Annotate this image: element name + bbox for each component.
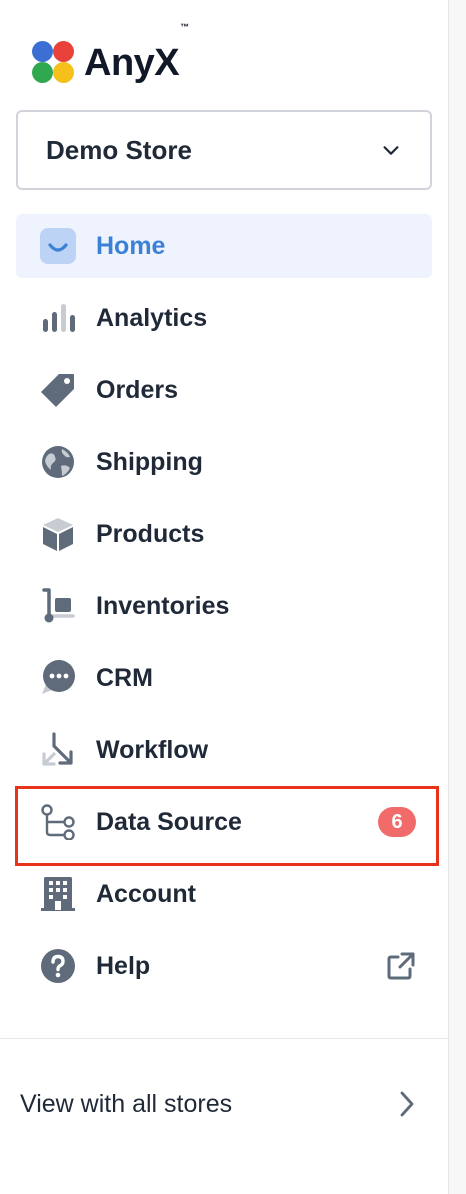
- view-all-stores-link[interactable]: View with all stores: [0, 1068, 449, 1140]
- nav-item-analytics[interactable]: Analytics: [16, 286, 432, 350]
- logo-dot-green: [32, 62, 53, 83]
- nav-item-home[interactable]: Home: [16, 214, 432, 278]
- logo-dot-red: [53, 41, 74, 62]
- nav-item-account[interactable]: Account: [16, 862, 432, 926]
- nav-item-products[interactable]: Products: [16, 502, 432, 566]
- nav-label-account: Account: [96, 879, 196, 908]
- nav-item-data-source[interactable]: Data Source 6: [16, 790, 432, 854]
- home-smile-icon: [38, 226, 78, 266]
- globe-icon: [38, 442, 78, 482]
- nav-label-shipping: Shipping: [96, 447, 203, 476]
- logo-dot-yellow: [53, 62, 74, 83]
- sidebar: AnyX™ Demo Store Home Analytics Orders S…: [0, 0, 449, 1194]
- workflow-arrow-icon: [38, 730, 78, 770]
- nav-label-orders: Orders: [96, 375, 178, 404]
- nav-item-crm[interactable]: CRM: [16, 646, 432, 710]
- nav-label-products: Products: [96, 519, 205, 548]
- view-all-stores-label: View with all stores: [20, 1089, 233, 1118]
- nav-label-home: Home: [96, 231, 166, 260]
- nav-item-workflow[interactable]: Workflow: [16, 718, 432, 782]
- nav-item-help[interactable]: Help: [16, 934, 432, 998]
- brand-name: AnyX™: [84, 21, 189, 84]
- box-icon: [38, 514, 78, 554]
- nav-item-orders[interactable]: Orders: [16, 358, 432, 422]
- nav-label-workflow: Workflow: [96, 735, 209, 764]
- sidebar-divider: [0, 1038, 449, 1039]
- nav-label-inventories: Inventories: [96, 591, 230, 620]
- nav-label-analytics: Analytics: [96, 303, 208, 332]
- chevron-down-icon: [383, 146, 399, 155]
- anyx-logo-icon: [30, 39, 76, 85]
- nav-item-shipping[interactable]: Shipping: [16, 430, 432, 494]
- chat-bubble-icon: [38, 658, 78, 698]
- nav-label-help: Help: [96, 951, 151, 980]
- tag-icon: [38, 370, 78, 410]
- question-circle-icon: [38, 946, 78, 986]
- nav-label-crm: CRM: [96, 663, 153, 692]
- logo-dot-blue: [32, 41, 53, 62]
- scrollbar-gutter: [449, 0, 466, 1194]
- bar-chart-icon: [38, 298, 78, 338]
- building-icon: [38, 874, 78, 914]
- store-selector[interactable]: Demo Store: [16, 110, 432, 190]
- hand-truck-icon: [38, 586, 78, 626]
- brand-trademark: ™: [180, 21, 189, 32]
- external-link-icon[interactable]: [386, 951, 416, 981]
- main-nav: Home Analytics Orders Shipping Products …: [16, 214, 432, 1006]
- nav-label-data-source: Data Source: [96, 807, 242, 836]
- nav-item-inventories[interactable]: Inventories: [16, 574, 432, 638]
- store-selector-value: Demo Store: [46, 134, 192, 165]
- git-branch-icon: [38, 802, 78, 842]
- brand[interactable]: AnyX™: [30, 21, 189, 86]
- chevron-right-icon: [400, 1091, 414, 1117]
- data-source-count-badge: 6: [378, 807, 416, 837]
